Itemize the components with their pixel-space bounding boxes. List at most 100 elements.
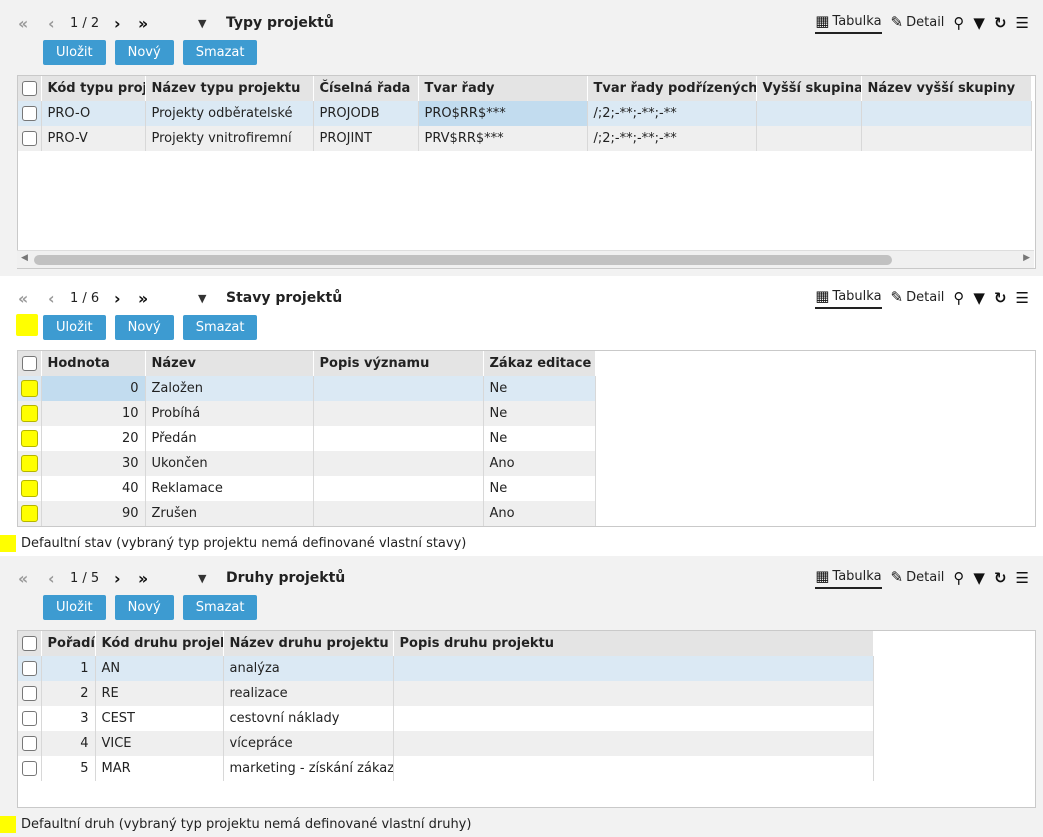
table-cell[interactable]: PROJINT: [313, 126, 419, 151]
select-all-checkbox[interactable]: [18, 631, 42, 656]
table-cell[interactable]: Reklamace: [145, 476, 314, 501]
table-row[interactable]: 20 Předán Ne: [18, 426, 596, 451]
table-cell[interactable]: Ne: [483, 376, 596, 401]
table-cell[interactable]: [393, 656, 874, 681]
table-row[interactable]: 30 Ukončen Ano: [18, 451, 596, 476]
table-cell[interactable]: Ukončen: [145, 451, 314, 476]
row-checkbox[interactable]: [18, 756, 42, 781]
table-cell[interactable]: 30: [41, 451, 146, 476]
refresh-icon[interactable]: ↻: [994, 14, 1007, 32]
table-row[interactable]: 0 Založen Ne: [18, 376, 596, 401]
filter-icon[interactable]: ▼: [973, 289, 985, 307]
new-button[interactable]: Nový: [114, 315, 174, 340]
table-cell[interactable]: [393, 706, 874, 731]
table-cell-active[interactable]: PRO$RR$***: [418, 101, 588, 126]
table-cell[interactable]: [756, 126, 862, 151]
table-cell[interactable]: Předán: [145, 426, 314, 451]
first-page-icon[interactable]: ‹‹: [18, 569, 48, 588]
next-page-icon[interactable]: ›: [114, 289, 138, 308]
column-header[interactable]: Kód druhu projektu: [95, 631, 224, 656]
table-cell[interactable]: RE: [95, 681, 224, 706]
search-icon[interactable]: ⚲: [953, 289, 964, 307]
column-header[interactable]: Název typu projektu: [145, 76, 314, 101]
table-cell[interactable]: 10: [41, 401, 146, 426]
last-page-icon[interactable]: ››: [138, 569, 198, 588]
table-cell[interactable]: 3: [41, 706, 96, 731]
delete-button[interactable]: Smazat: [182, 40, 258, 65]
row-checkbox[interactable]: [18, 426, 42, 451]
table-row[interactable]: 90 Zrušen Ano: [18, 501, 596, 526]
menu-icon[interactable]: ☰: [1016, 14, 1029, 32]
table-cell[interactable]: Projekty vnitrofiremní: [145, 126, 314, 151]
table-cell[interactable]: Projekty odběratelské: [145, 101, 314, 126]
column-header[interactable]: Pořadí: [41, 631, 96, 656]
table-cell[interactable]: vícepráce: [223, 731, 394, 756]
tab-detail[interactable]: ✎ Detail: [891, 568, 945, 588]
table-cell[interactable]: Ne: [483, 426, 596, 451]
search-icon[interactable]: ⚲: [953, 14, 964, 32]
table-cell[interactable]: 40: [41, 476, 146, 501]
table-cell[interactable]: Založen: [145, 376, 314, 401]
table-cell[interactable]: cestovní náklady: [223, 706, 394, 731]
filter-icon[interactable]: ▼: [973, 569, 985, 587]
column-header[interactable]: Název: [145, 351, 314, 376]
save-button[interactable]: Uložit: [43, 40, 106, 65]
new-button[interactable]: Nový: [114, 595, 174, 620]
column-header[interactable]: Vyšší skupina: [756, 76, 862, 101]
table-cell[interactable]: 90: [41, 501, 146, 526]
delete-button[interactable]: Smazat: [182, 595, 258, 620]
table-cell[interactable]: marketing - získání zákaz...: [223, 756, 394, 781]
table-cell[interactable]: Probíhá: [145, 401, 314, 426]
prev-page-icon[interactable]: ‹: [48, 289, 70, 308]
row-checkbox[interactable]: [18, 401, 42, 426]
first-page-icon[interactable]: ‹‹: [18, 289, 48, 308]
table-cell[interactable]: Ne: [483, 476, 596, 501]
row-checkbox[interactable]: [18, 451, 42, 476]
menu-icon[interactable]: ☰: [1016, 289, 1029, 307]
dropdown-icon[interactable]: ▼: [198, 572, 226, 585]
next-page-icon[interactable]: ›: [114, 569, 138, 588]
table-cell[interactable]: Ano: [483, 501, 596, 526]
last-page-icon[interactable]: ››: [138, 289, 198, 308]
column-header[interactable]: Popis druhu projektu: [393, 631, 874, 656]
table-cell[interactable]: [313, 476, 484, 501]
row-checkbox[interactable]: [18, 376, 42, 401]
table-cell[interactable]: realizace: [223, 681, 394, 706]
column-header[interactable]: Kód typu projektu: [41, 76, 146, 101]
next-page-icon[interactable]: ›: [114, 14, 138, 33]
row-checkbox[interactable]: [18, 681, 42, 706]
first-page-icon[interactable]: ‹‹: [18, 14, 48, 33]
column-header[interactable]: Zákaz editace: [483, 351, 596, 376]
horizontal-scrollbar[interactable]: ◀ ▶: [17, 250, 1034, 268]
column-header[interactable]: Číselná řada: [313, 76, 419, 101]
tab-detail[interactable]: ✎ Detail: [891, 288, 945, 308]
row-checkbox[interactable]: [18, 476, 42, 501]
table-cell[interactable]: /;2;-**;-**;-**: [587, 101, 757, 126]
table-row[interactable]: 2 RE realizace: [18, 681, 874, 706]
table-cell[interactable]: PRO-V: [41, 126, 146, 151]
table-cell[interactable]: [313, 426, 484, 451]
table-row[interactable]: 3 CEST cestovní náklady: [18, 706, 874, 731]
row-checkbox[interactable]: [18, 126, 42, 151]
table-cell[interactable]: [393, 731, 874, 756]
table-cell[interactable]: VICE: [95, 731, 224, 756]
table-row[interactable]: 5 MAR marketing - získání zákaz...: [18, 756, 874, 781]
scrollbar-thumb[interactable]: [34, 255, 892, 265]
table-cell[interactable]: 4: [41, 731, 96, 756]
table-cell[interactable]: 1: [41, 656, 96, 681]
refresh-icon[interactable]: ↻: [994, 569, 1007, 587]
prev-page-icon[interactable]: ‹: [48, 569, 70, 588]
table-cell[interactable]: [313, 451, 484, 476]
row-checkbox[interactable]: [18, 706, 42, 731]
table-row[interactable]: PRO-V Projekty vnitrofiremní PROJINT PRV…: [18, 126, 1032, 151]
filter-icon[interactable]: ▼: [973, 14, 985, 32]
table-cell[interactable]: 20: [41, 426, 146, 451]
delete-button[interactable]: Smazat: [182, 315, 258, 340]
refresh-icon[interactable]: ↻: [994, 289, 1007, 307]
table-cell[interactable]: 5: [41, 756, 96, 781]
tab-tabulka[interactable]: ▦ Tabulka: [815, 12, 882, 34]
dropdown-icon[interactable]: ▼: [198, 292, 226, 305]
table-cell[interactable]: 2: [41, 681, 96, 706]
table-cell[interactable]: [861, 101, 1032, 126]
column-header[interactable]: Popis významu: [313, 351, 484, 376]
